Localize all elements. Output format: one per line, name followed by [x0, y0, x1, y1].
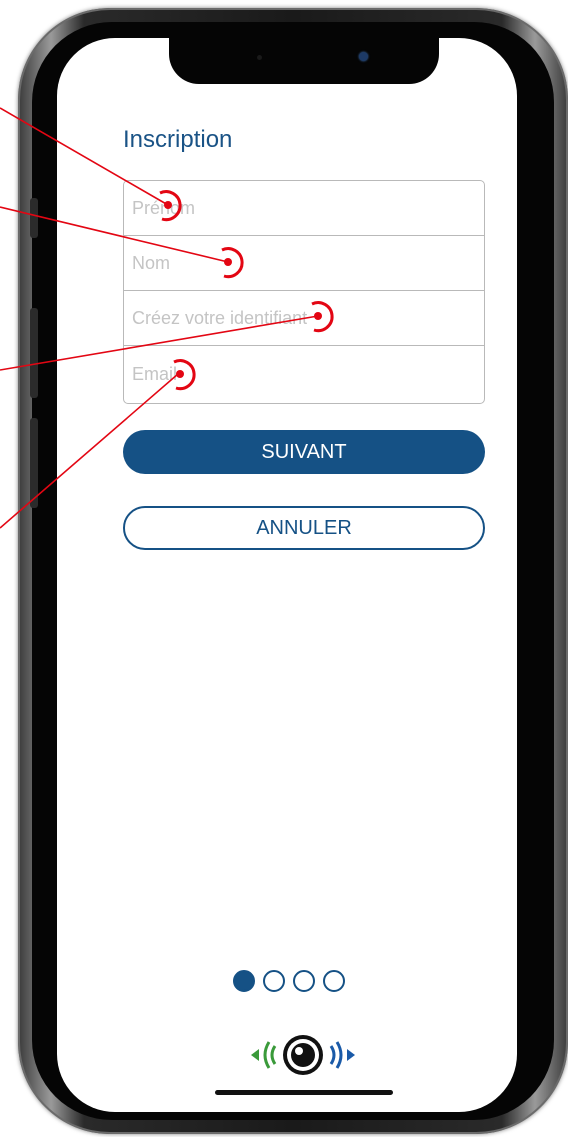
- page-title: Inscription: [123, 126, 233, 153]
- front-camera: [359, 52, 368, 61]
- pagination-dots: [233, 970, 345, 992]
- proximity-sensor: [257, 55, 262, 60]
- nom-input[interactable]: [130, 251, 484, 275]
- cancel-button[interactable]: ANNULER: [123, 506, 485, 550]
- app-logo-icon: [251, 1035, 355, 1075]
- app-screen: Inscription SUIVANT ANNULER: [57, 38, 517, 1112]
- volume-down-button: [30, 418, 38, 508]
- page-dot-3: [293, 970, 315, 992]
- identifiant-field: [124, 291, 484, 346]
- prenom-field: [124, 181, 484, 236]
- registration-form: [123, 180, 485, 404]
- email-input[interactable]: [130, 362, 484, 386]
- prenom-input[interactable]: [130, 196, 484, 220]
- next-button[interactable]: SUIVANT: [123, 430, 485, 474]
- email-field: [124, 346, 484, 402]
- identifiant-input[interactable]: [130, 306, 484, 330]
- page-dot-1: [233, 970, 255, 992]
- nom-field: [124, 236, 484, 291]
- volume-up-button: [30, 308, 38, 398]
- page-dot-4: [323, 970, 345, 992]
- mute-switch: [30, 198, 38, 238]
- notch: [169, 38, 439, 84]
- home-indicator[interactable]: [215, 1090, 393, 1095]
- page-dot-2: [263, 970, 285, 992]
